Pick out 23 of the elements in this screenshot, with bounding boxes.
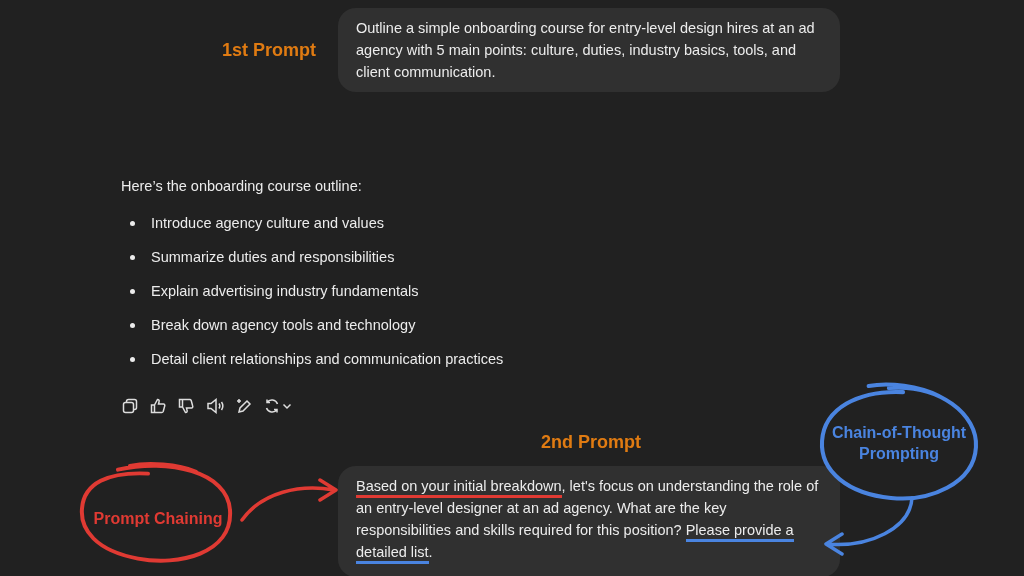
response-intro: Here’s the onboarding course outline: [121,178,363,194]
response-bullet: Explain advertising industry fundamentals [151,283,419,299]
response-bullet: Summarize duties and responsibilities [151,249,395,265]
copy-icon[interactable] [122,398,138,414]
prompt-label: 1st Prompt [222,39,318,61]
thumbs-up-icon[interactable] [150,398,166,414]
user-message: Based on your initial breakdown, let's focus on understanding the role of an entry-level designer at an ad agency. What are the key responsibilities and skills required for this position? Please provide a detailed list. [338,466,840,576]
speaker-icon[interactable] [206,398,224,414]
bullet-icon [130,254,135,260]
bullet-icon [130,322,135,328]
annotation-label: Prompt Chaining [93,508,223,529]
response-bullet: Break down agency tools and technology [151,317,416,333]
response-bullet: Detail client relationships and communication practices [151,351,504,367]
bullet-icon [130,356,135,362]
user-message: Outline a simple onboarding course for entry-level design hires at an ad agency with 5 main points: culture, duties, industry basics, tools, and client communication. [338,8,840,92]
bullet-icon [130,288,135,294]
pen-sparkle-icon[interactable] [236,398,252,414]
prompt-label: 2nd Prompt [541,432,641,453]
thumbs-down-icon[interactable] [178,398,194,414]
bullet-icon [130,220,135,226]
response-bullet: Introduce agency culture and values [151,215,384,231]
refresh-icon[interactable] [264,398,280,414]
annotation-label: Chain-of-Thought Prompting [830,423,968,464]
